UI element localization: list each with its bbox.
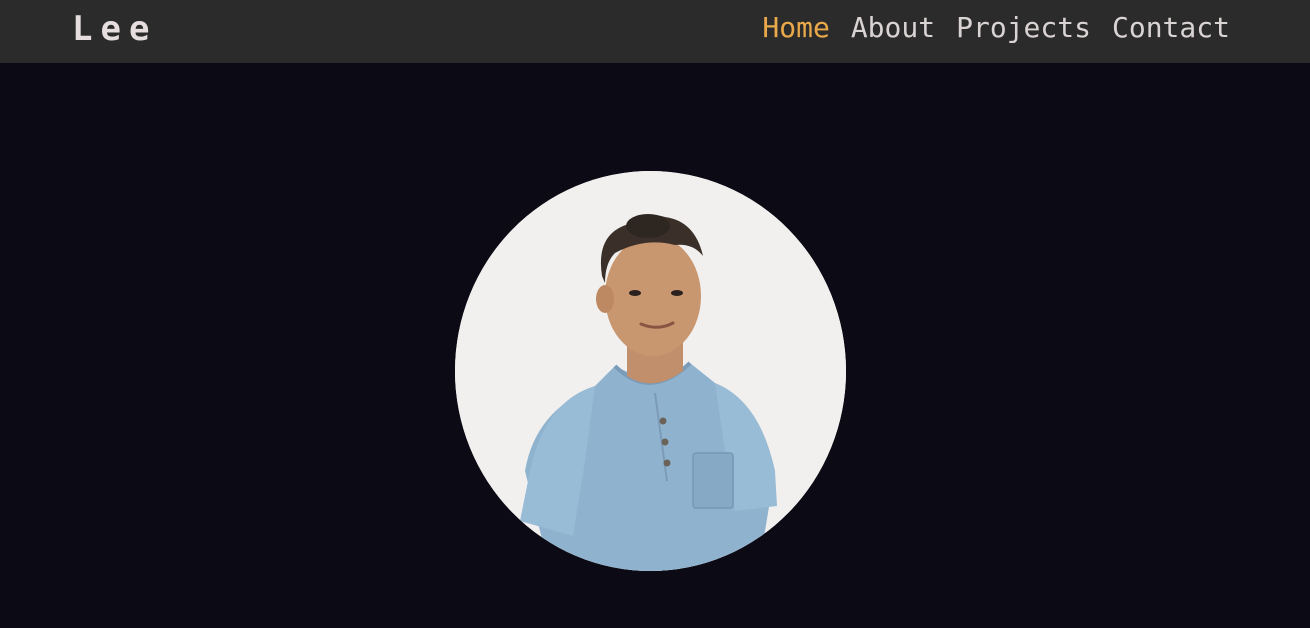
- nav-links: Home About Projects Contact: [762, 11, 1230, 45]
- portrait-illustration: [455, 171, 846, 571]
- top-navbar: Lee Home About Projects Contact: [0, 0, 1310, 63]
- nav-link-about[interactable]: About: [851, 11, 935, 45]
- brand-logo[interactable]: Lee: [72, 9, 157, 49]
- hero-section: [0, 63, 1310, 628]
- nav-link-contact[interactable]: Contact: [1112, 11, 1230, 45]
- profile-avatar: [455, 171, 846, 571]
- nav-link-projects[interactable]: Projects: [956, 11, 1091, 45]
- nav-link-home[interactable]: Home: [762, 11, 829, 45]
